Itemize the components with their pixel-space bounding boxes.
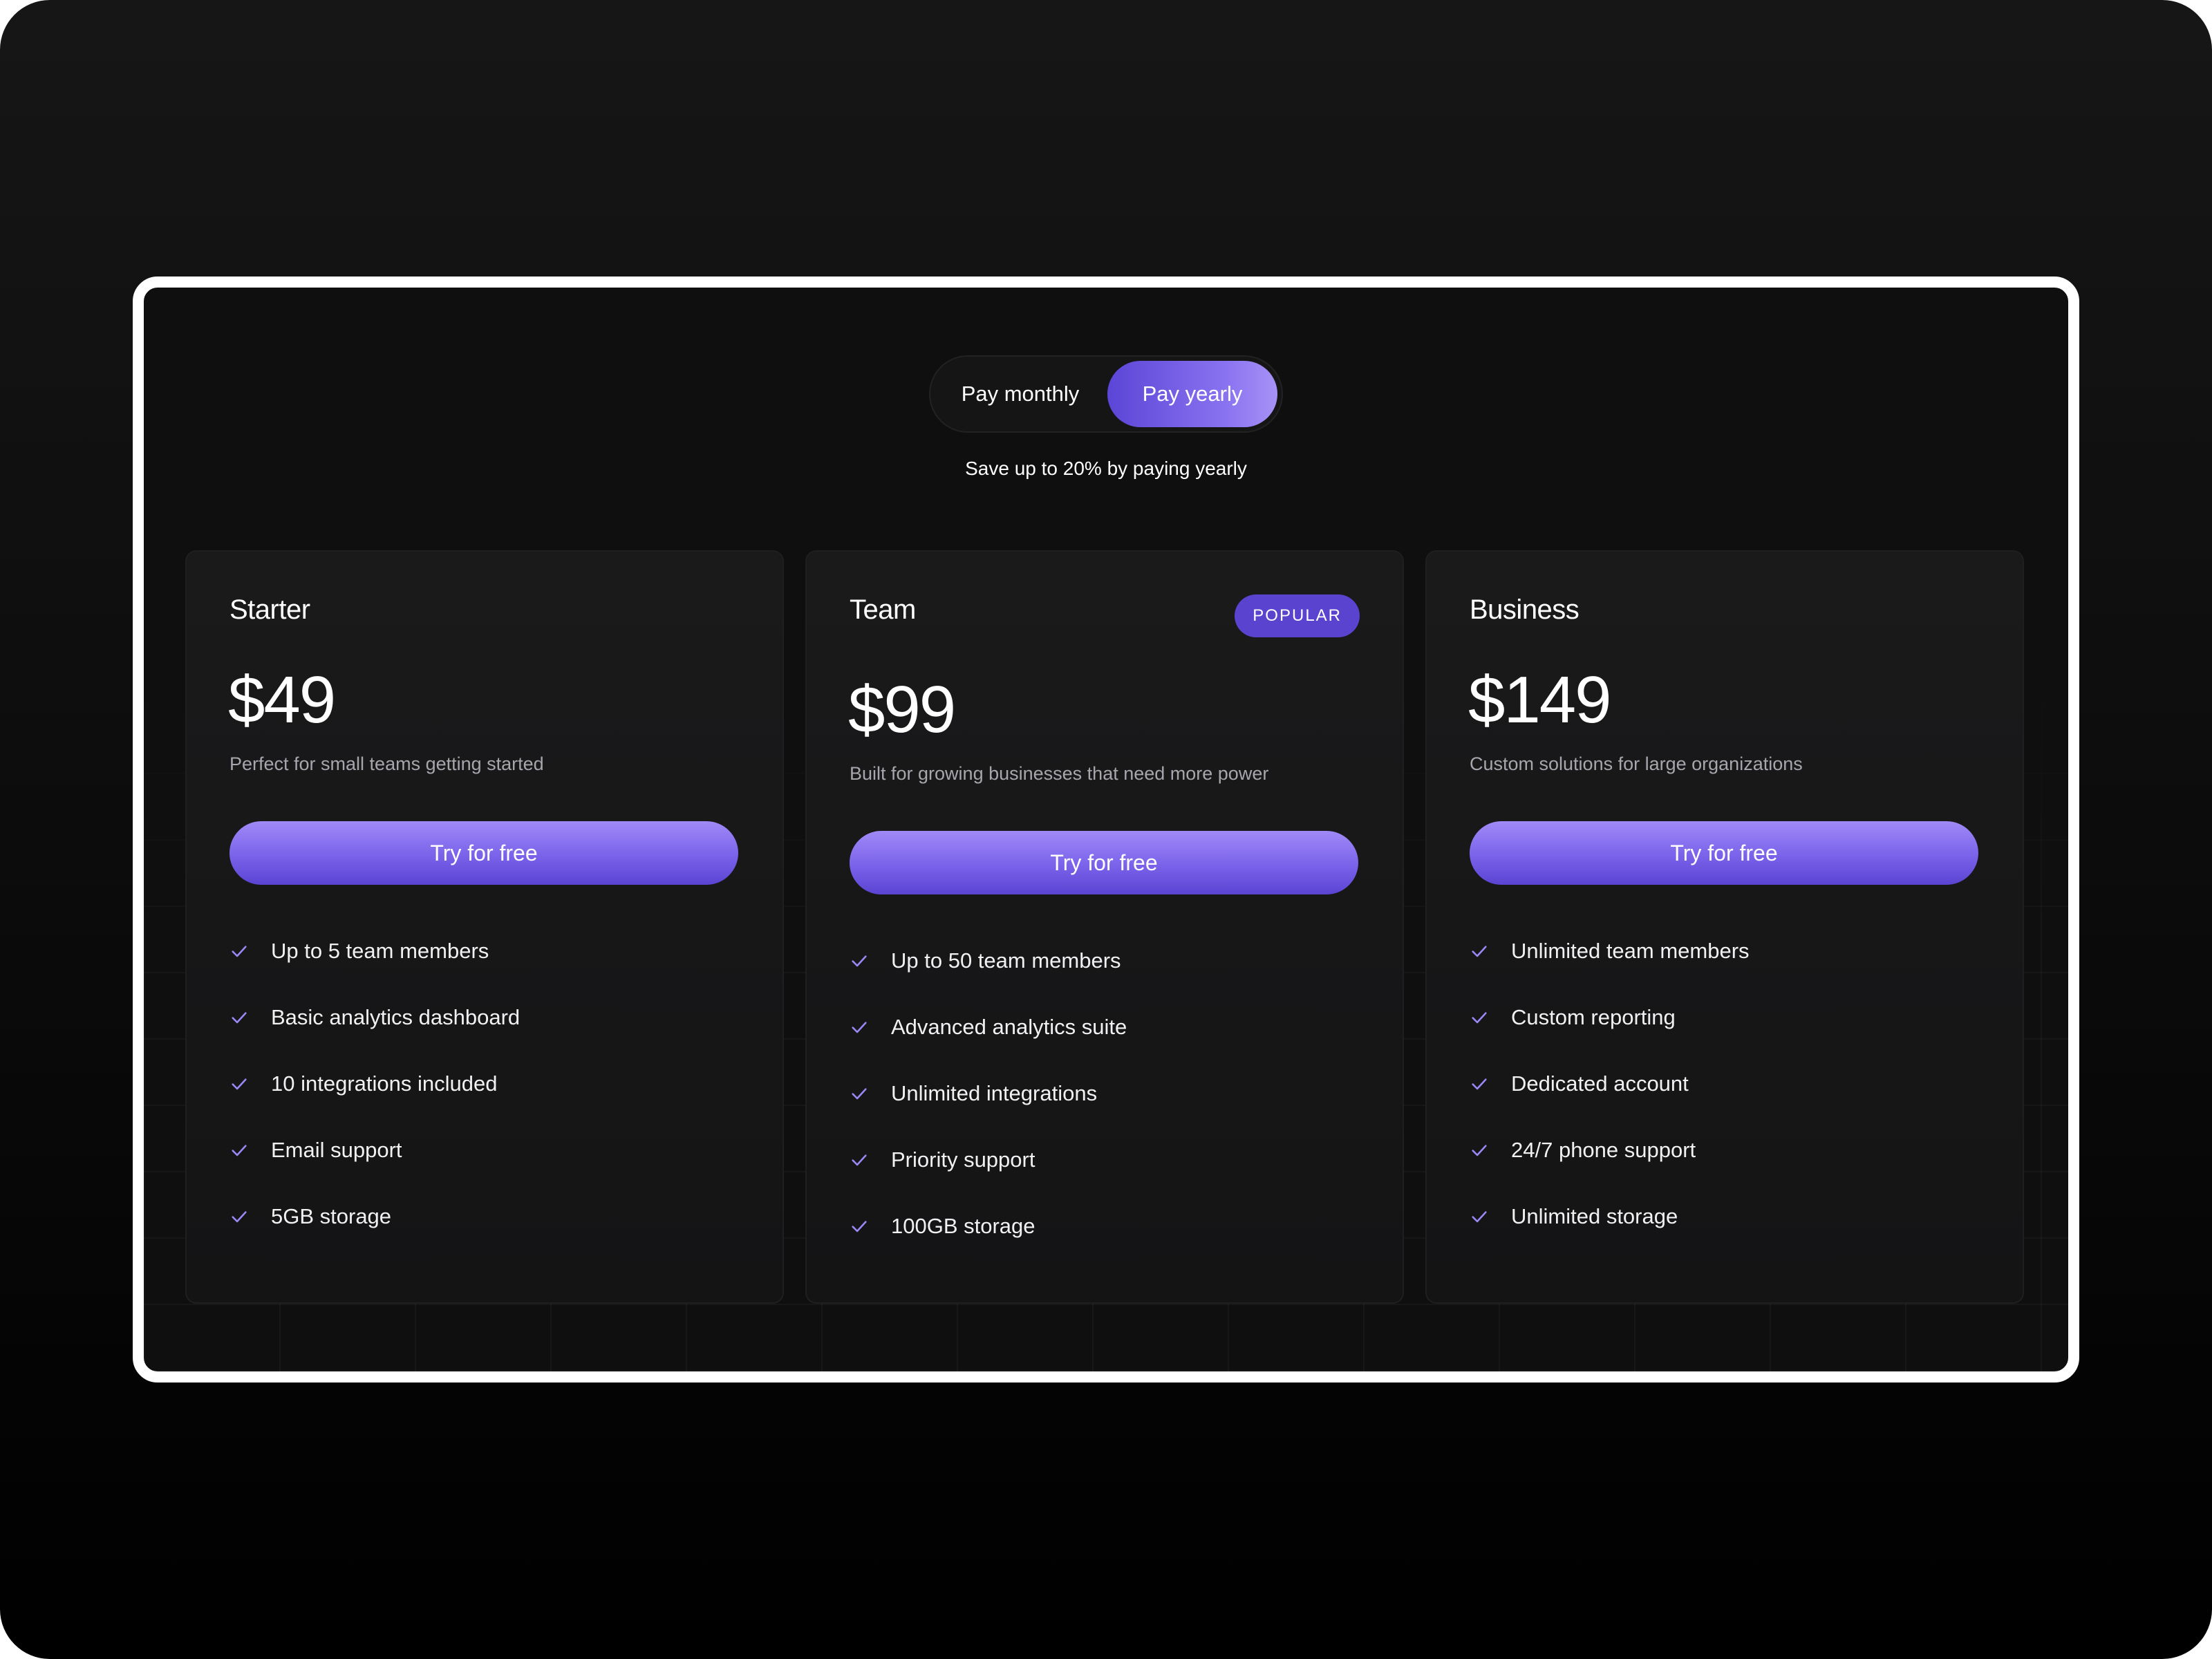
- pricing-panel: Pay monthly Pay yearly Save up to 20% by…: [133, 276, 2079, 1382]
- check-icon: [232, 1145, 247, 1156]
- check-icon: [852, 1022, 867, 1033]
- feature-item: Advanced analytics suite: [850, 994, 1127, 1060]
- pay-yearly-button[interactable]: Pay yearly: [1107, 361, 1277, 427]
- plan-name: Team: [850, 594, 916, 625]
- feature-item: Unlimited integrations: [850, 1060, 1127, 1127]
- savings-note: Save up to 20% by paying yearly: [965, 458, 1247, 479]
- plan-name: Starter: [229, 594, 310, 625]
- feature-label: Priority support: [891, 1147, 1035, 1172]
- feature-label: Dedicated account: [1511, 1071, 1689, 1096]
- check-icon: [1472, 1012, 1487, 1024]
- feature-label: Advanced analytics suite: [891, 1015, 1127, 1039]
- try-for-free-button[interactable]: Try for free: [850, 831, 1358, 894]
- feature-label: Unlimited team members: [1511, 939, 1750, 963]
- feature-label: Up to 50 team members: [891, 948, 1121, 973]
- check-icon: [852, 955, 867, 967]
- plan-name: Business: [1470, 594, 1580, 625]
- feature-item: Up to 50 team members: [850, 928, 1127, 994]
- feature-item: 24/7 phone support: [1470, 1117, 1750, 1183]
- feature-item: Dedicated account: [1470, 1051, 1750, 1117]
- feature-label: 24/7 phone support: [1511, 1138, 1696, 1162]
- feature-label: Unlimited storage: [1511, 1204, 1678, 1228]
- feature-item: Unlimited storage: [1470, 1183, 1750, 1250]
- check-icon: [232, 1078, 247, 1090]
- feature-item: 100GB storage: [850, 1193, 1127, 1259]
- plan-price: $149: [1468, 663, 1612, 737]
- page-background: Pay monthly Pay yearly Save up to 20% by…: [0, 0, 2212, 1659]
- check-icon: [1472, 946, 1487, 957]
- check-icon: [852, 1154, 867, 1166]
- feature-label: Up to 5 team members: [271, 939, 489, 963]
- try-for-free-button[interactable]: Try for free: [1470, 821, 1978, 885]
- plan-description: Custom solutions for large organizations: [1470, 753, 1803, 774]
- feature-list: Up to 5 team members Basic analytics das…: [229, 918, 520, 1250]
- feature-item: Basic analytics dashboard: [229, 984, 520, 1051]
- feature-label: Basic analytics dashboard: [271, 1005, 521, 1029]
- feature-label: 100GB storage: [891, 1214, 1035, 1238]
- plan-price: $49: [228, 663, 336, 737]
- feature-item: Email support: [229, 1117, 520, 1183]
- billing-toggle[interactable]: Pay monthly Pay yearly: [929, 355, 1283, 433]
- feature-label: Email support: [271, 1138, 402, 1162]
- feature-label: 5GB storage: [271, 1204, 392, 1228]
- feature-item: Unlimited team members: [1470, 918, 1750, 984]
- plan-card-starter: Starter $49 Perfect for small teams gett…: [185, 550, 784, 1304]
- feature-item: Custom reporting: [1470, 984, 1750, 1051]
- check-icon: [1472, 1078, 1487, 1090]
- check-icon: [852, 1221, 867, 1232]
- plan-description: Perfect for small teams getting started: [229, 753, 544, 774]
- pay-monthly-button[interactable]: Pay monthly: [935, 361, 1106, 427]
- try-for-free-button[interactable]: Try for free: [229, 821, 738, 885]
- check-icon: [232, 1012, 247, 1024]
- feature-label: 10 integrations included: [271, 1071, 498, 1096]
- check-icon: [1472, 1145, 1487, 1156]
- check-icon: [232, 1211, 247, 1223]
- plan-price: $99: [848, 673, 956, 747]
- plan-card-business: Business $149 Custom solutions for large…: [1425, 550, 2024, 1304]
- check-icon: [852, 1088, 867, 1100]
- plan-card-team: Team POPULAR $99 Built for growing busin…: [805, 550, 1404, 1304]
- feature-item: Priority support: [850, 1127, 1127, 1193]
- feature-label: Unlimited integrations: [891, 1081, 1098, 1105]
- feature-list: Unlimited team members Custom reporting …: [1470, 918, 1750, 1250]
- feature-label: Custom reporting: [1511, 1005, 1676, 1029]
- feature-item: 5GB storage: [229, 1183, 520, 1250]
- feature-item: 10 integrations included: [229, 1051, 520, 1117]
- check-icon: [1472, 1211, 1487, 1223]
- plan-description: Built for growing businesses that need m…: [850, 763, 1269, 784]
- feature-list: Up to 50 team members Advanced analytics…: [850, 928, 1127, 1259]
- feature-item: Up to 5 team members: [229, 918, 520, 984]
- check-icon: [232, 946, 247, 957]
- popular-badge: POPULAR: [1235, 594, 1360, 637]
